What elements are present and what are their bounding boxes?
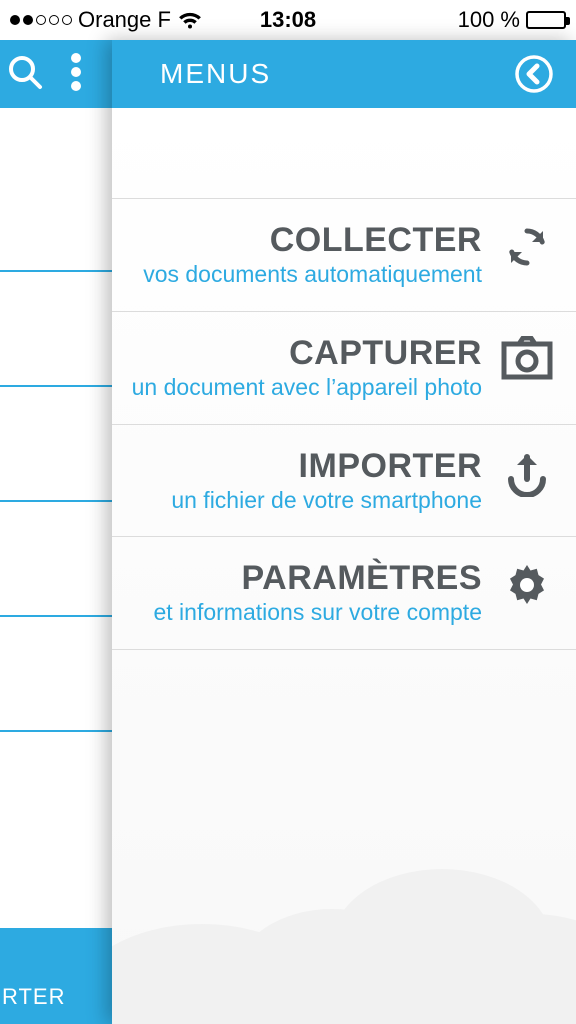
bottom-action-label: RTER — [2, 984, 66, 1010]
more-icon[interactable] — [70, 52, 82, 97]
menu-item-collecter[interactable]: COLLECTER vos documents automatiquement — [112, 198, 576, 312]
menu-list: COLLECTER vos documents automatiquement … — [112, 108, 576, 650]
gear-icon — [500, 559, 554, 609]
collapse-menu-button[interactable] — [514, 54, 554, 94]
menu-panel: MENUS COLLECTER vos documents automatiqu… — [112, 40, 576, 1024]
menu-item-subtitle: un fichier de votre smartphone — [122, 486, 482, 515]
battery-percent-label: 100 % — [458, 7, 520, 33]
camera-icon — [500, 334, 554, 380]
menu-title: MENUS — [160, 58, 514, 90]
menu-item-subtitle: et informations sur votre compte — [122, 598, 482, 627]
menu-item-title: IMPORTER — [122, 447, 482, 486]
menu-item-title: COLLECTER — [122, 221, 482, 260]
cloud-decoration — [112, 794, 576, 1024]
wifi-icon — [177, 10, 203, 30]
signal-strength-icon — [10, 15, 72, 25]
menu-item-subtitle: vos documents automatiquement — [122, 260, 482, 289]
status-bar: Orange F 13:08 100 % — [0, 0, 576, 40]
clock-label: 13:08 — [260, 7, 316, 33]
menu-item-importer[interactable]: IMPORTER un fichier de votre smartphone — [112, 425, 576, 538]
menu-item-parametres[interactable]: PARAMÈTRES et informations sur votre com… — [112, 537, 576, 650]
carrier-label: Orange F — [78, 7, 171, 33]
refresh-icon — [500, 221, 554, 271]
menu-item-capturer[interactable]: CAPTURER un document avec l’appareil pho… — [112, 312, 576, 425]
upload-icon — [500, 447, 554, 497]
menu-header: MENUS — [112, 40, 576, 108]
menu-item-subtitle: un document avec l’appareil photo — [122, 373, 482, 402]
menu-item-title: CAPTURER — [122, 334, 482, 373]
search-icon[interactable] — [6, 53, 44, 96]
battery-icon — [526, 11, 566, 29]
menu-item-title: PARAMÈTRES — [122, 559, 482, 598]
